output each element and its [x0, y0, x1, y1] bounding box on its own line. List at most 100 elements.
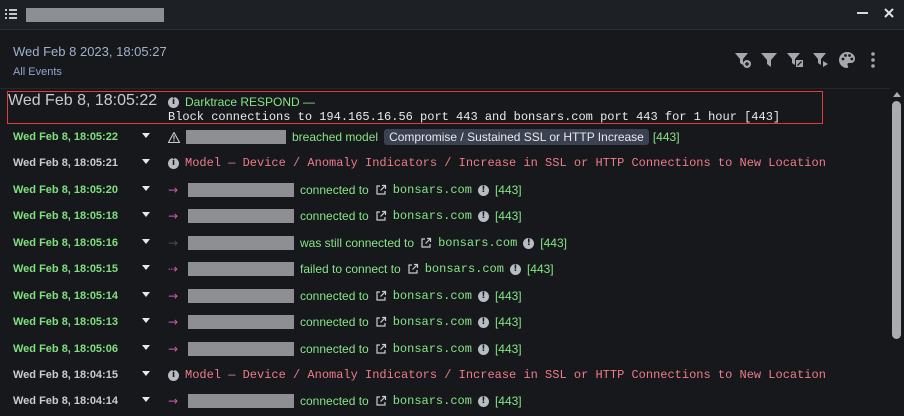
- more-vertical-icon[interactable]: [864, 51, 882, 69]
- model-event-row[interactable]: Wed Feb 8, 18:05:21 i Model — Device / A…: [0, 150, 890, 176]
- external-link-icon[interactable]: [375, 343, 387, 355]
- event-body: → connected to bonsars.com ! [443]: [168, 288, 528, 304]
- all-events-link[interactable]: All Events: [13, 66, 62, 78]
- domain-link[interactable]: bonsars.com: [393, 315, 472, 329]
- expand-caret-icon[interactable]: [142, 318, 150, 323]
- expand-caret-icon[interactable]: [142, 212, 150, 217]
- connection-event-row[interactable]: Wed Feb 8, 18:05:15 ⇢ failed to connect …: [0, 256, 890, 282]
- info-icon[interactable]: i: [168, 369, 179, 381]
- port-label: [443]: [540, 236, 567, 250]
- event-time: Wed Feb 8, 18:05:15: [13, 263, 118, 275]
- event-verb: connected to: [300, 394, 369, 408]
- event-verb: connected to: [300, 315, 369, 329]
- domain-link[interactable]: bonsars.com: [393, 209, 472, 223]
- redacted-device[interactable]: [188, 262, 294, 276]
- expand-caret-icon[interactable]: [142, 371, 150, 376]
- event-verb: connected to: [300, 289, 369, 303]
- info-icon[interactable]: !: [477, 395, 489, 407]
- filter-icon[interactable]: [760, 51, 778, 69]
- info-icon[interactable]: !: [477, 184, 489, 196]
- expand-caret-icon[interactable]: [142, 265, 150, 270]
- info-icon[interactable]: !: [477, 343, 489, 355]
- respond-title-line: i Darktrace RESPOND —: [168, 95, 315, 109]
- domain-link[interactable]: bonsars.com: [393, 394, 472, 408]
- model-description: Model — Device / Anomaly Indicators / In…: [185, 156, 826, 170]
- expand-caret-icon[interactable]: [142, 159, 150, 164]
- info-icon[interactable]: i: [168, 157, 179, 169]
- event-verb: breached model: [292, 130, 379, 144]
- model-event-row[interactable]: Wed Feb 8, 18:04:15 i Model — Device / A…: [0, 362, 890, 388]
- domain-link[interactable]: bonsars.com: [393, 183, 472, 197]
- event-body: i Model — Device / Anomaly Indicators / …: [168, 155, 832, 171]
- port-label: [443]: [494, 342, 522, 356]
- expand-caret-icon[interactable]: [142, 292, 150, 297]
- external-link-icon[interactable]: [375, 210, 387, 222]
- toolbar: [726, 50, 882, 70]
- info-icon[interactable]: !: [477, 316, 489, 328]
- connection-event-row[interactable]: Wed Feb 8, 18:05:20 → connected to bonsa…: [0, 177, 890, 203]
- external-link-icon[interactable]: [375, 184, 387, 196]
- expand-caret-icon[interactable]: [142, 397, 150, 402]
- external-link-icon[interactable]: [407, 263, 419, 275]
- edit-filter-icon[interactable]: [786, 51, 804, 69]
- external-link-icon[interactable]: [375, 316, 387, 328]
- connection-event-row[interactable]: Wed Feb 8, 18:05:16 → was still connecte…: [0, 230, 890, 256]
- event-time: Wed Feb 8, 18:05:06: [13, 343, 118, 355]
- event-time: Wed Feb 8, 18:05:21: [13, 157, 118, 169]
- port-label: [443]: [494, 394, 522, 408]
- scrollbar-thumb[interactable]: [892, 101, 901, 339]
- close-icon[interactable]: [882, 6, 896, 20]
- redacted-device[interactable]: [186, 130, 286, 144]
- current-datetime: Wed Feb 8 2023, 18:05:27: [13, 44, 167, 59]
- filter-settings-icon[interactable]: [812, 51, 830, 69]
- warning-icon: [168, 131, 180, 143]
- vertical-scrollbar[interactable]: [890, 89, 904, 416]
- info-icon[interactable]: !: [509, 263, 521, 275]
- redacted-device[interactable]: [188, 209, 294, 223]
- minimize-icon[interactable]: [857, 12, 868, 14]
- model-badge[interactable]: Compromise / Sustained SSL or HTTP Incre…: [384, 129, 649, 145]
- port-label: [443]: [494, 289, 522, 303]
- connection-event-row[interactable]: Wed Feb 8, 18:05:14 → connected to bonsa…: [0, 283, 890, 309]
- domain-link[interactable]: bonsars.com: [438, 236, 517, 250]
- redacted-device[interactable]: [188, 394, 294, 408]
- event-time: Wed Feb 8, 18:05:13: [13, 316, 118, 328]
- expand-caret-icon[interactable]: [142, 239, 150, 244]
- event-time: Wed Feb 8, 18:05:20: [13, 184, 118, 196]
- external-link-icon[interactable]: [375, 395, 387, 407]
- connection-event-row[interactable]: Wed Feb 8, 18:05:13 → connected to bonsa…: [0, 309, 890, 335]
- connection-event-row[interactable]: Wed Feb 8, 18:04:14 → connected to bonsa…: [0, 388, 890, 414]
- redacted-device[interactable]: [188, 315, 294, 329]
- list-menu-icon[interactable]: [4, 7, 18, 21]
- expand-caret-icon[interactable]: [142, 345, 150, 350]
- redacted-device[interactable]: [188, 289, 294, 303]
- info-icon[interactable]: !: [477, 290, 489, 302]
- info-icon[interactable]: !: [523, 237, 535, 249]
- connection-event-row[interactable]: Wed Feb 8, 18:05:18 → connected to bonsa…: [0, 203, 890, 229]
- event-time: Wed Feb 8, 18:05:18: [13, 210, 118, 222]
- info-icon[interactable]: i: [168, 96, 179, 108]
- palette-icon[interactable]: [838, 51, 856, 69]
- external-link-icon[interactable]: [420, 237, 432, 249]
- arrow-right-icon: →: [168, 394, 179, 408]
- event-verb: connected to: [300, 342, 369, 356]
- expand-caret-icon[interactable]: [142, 186, 150, 191]
- respond-event-row[interactable]: Wed Feb 8, 18:05:22 i Darktrace RESPOND …: [7, 91, 823, 124]
- scroll-up-icon[interactable]: [893, 92, 901, 97]
- redacted-device[interactable]: [188, 236, 294, 250]
- domain-link[interactable]: bonsars.com: [393, 289, 472, 303]
- connection-event-row[interactable]: Wed Feb 8, 18:05:06 → connected to bonsa…: [0, 336, 890, 362]
- port-label: [443]: [652, 130, 680, 144]
- external-link-icon[interactable]: [375, 290, 387, 302]
- event-time: Wed Feb 8, 18:05:16: [13, 237, 118, 249]
- arrow-right-icon: →: [168, 315, 179, 329]
- expand-caret-icon[interactable]: [142, 133, 150, 138]
- event-time: Wed Feb 8, 18:04:15: [13, 369, 118, 381]
- domain-link[interactable]: bonsars.com: [425, 262, 504, 276]
- redacted-device[interactable]: [188, 342, 294, 356]
- domain-link[interactable]: bonsars.com: [393, 342, 472, 356]
- add-filter-icon[interactable]: [734, 51, 752, 69]
- redacted-device[interactable]: [188, 183, 294, 197]
- info-icon[interactable]: !: [477, 210, 489, 222]
- breach-event-row[interactable]: Wed Feb 8, 18:05:22 breached model Compr…: [0, 124, 890, 150]
